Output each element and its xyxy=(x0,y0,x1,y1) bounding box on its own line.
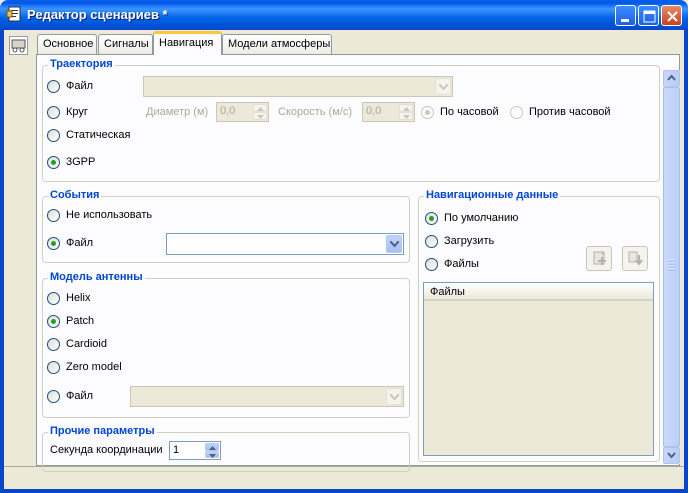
coordination-second-value: 1 xyxy=(173,444,180,456)
antenna-file-label: Файл xyxy=(66,390,94,402)
navdata-files-radio[interactable] xyxy=(425,258,438,271)
events-title: События xyxy=(48,189,102,201)
spin-up-icon[interactable] xyxy=(399,104,413,112)
antenna-cardioid-label: Cardioid xyxy=(66,338,107,350)
events-none-label: Не использовать xyxy=(66,209,153,221)
antenna-zero-model-label: Zero model xyxy=(66,361,122,373)
trajectory-3gpp-label: 3GPP xyxy=(66,156,96,168)
antenna-patch-label: Patch xyxy=(66,315,95,327)
antenna-file-combo[interactable] xyxy=(130,386,404,407)
diameter-value: 0,0 xyxy=(220,105,236,117)
app-document-icon xyxy=(6,6,23,23)
window-frame-bottom xyxy=(0,489,688,493)
clockwise-radio[interactable] xyxy=(421,106,434,119)
side-panel-icon[interactable] xyxy=(9,36,28,55)
antenna-patch-radio[interactable] xyxy=(47,315,60,328)
scroll-up-button[interactable] xyxy=(663,70,680,87)
window-title: Редактор сценариев * xyxy=(27,7,168,22)
spin-down-icon[interactable] xyxy=(399,112,413,120)
diameter-label: Диаметр (м) xyxy=(146,106,209,118)
navdata-title: Навигационные данные xyxy=(424,189,561,201)
close-icon xyxy=(667,11,678,22)
scroll-down-button[interactable] xyxy=(663,447,680,464)
add-file-icon xyxy=(593,251,606,265)
tab-basic[interactable]: Основное xyxy=(37,34,97,54)
antenna-file-radio[interactable] xyxy=(47,390,60,403)
trajectory-circle-radio[interactable] xyxy=(47,106,60,119)
scroll-thumb[interactable] xyxy=(663,87,680,447)
diameter-spinbox[interactable]: 0,0 xyxy=(216,102,269,122)
trajectory-circle-label: Круг xyxy=(66,106,88,118)
navdata-default-label: По умолчанию xyxy=(444,212,519,224)
trajectory-file-combo[interactable] xyxy=(143,76,453,97)
speed-label: Скорость (м/с) xyxy=(278,106,353,118)
add-file-button[interactable] xyxy=(586,246,612,271)
minimize-icon xyxy=(621,19,629,22)
navdata-load-label: Загрузить xyxy=(444,235,495,247)
spin-up-icon[interactable] xyxy=(253,104,267,112)
counterclockwise-label: Против часовой xyxy=(529,106,611,118)
coordination-second-label: Секунда координации xyxy=(50,444,163,456)
antenna-helix-radio[interactable] xyxy=(47,292,60,305)
antenna-title: Модель антенны xyxy=(48,271,145,283)
maximize-button[interactable] xyxy=(638,5,659,26)
maximize-icon xyxy=(643,10,656,23)
dropdown-arrow-icon[interactable] xyxy=(386,388,402,405)
other-params-title: Прочие параметры xyxy=(48,425,157,437)
tab-navigation[interactable]: Навигация xyxy=(153,31,222,55)
speed-spinbox[interactable]: 0,0 xyxy=(362,102,415,122)
navdata-default-radio[interactable] xyxy=(425,212,438,225)
spin-down-icon[interactable] xyxy=(205,450,219,458)
window-frame-left xyxy=(0,30,4,493)
counterclockwise-radio[interactable] xyxy=(510,106,523,119)
trajectory-3gpp-radio[interactable] xyxy=(47,156,60,169)
scroll-up-icon xyxy=(667,74,676,81)
navdata-files-label: Файлы xyxy=(444,258,479,270)
antenna-cardioid-radio[interactable] xyxy=(47,338,60,351)
vertical-scrollbar[interactable] xyxy=(663,70,680,464)
trajectory-title: Траектория xyxy=(48,58,115,70)
window-frame-right xyxy=(684,30,688,493)
antenna-helix-label: Helix xyxy=(66,292,91,304)
trajectory-file-radio[interactable] xyxy=(47,80,60,93)
trajectory-static-radio[interactable] xyxy=(47,129,60,142)
download-button[interactable] xyxy=(622,246,648,271)
scroll-down-icon xyxy=(667,452,676,459)
events-none-radio[interactable] xyxy=(47,209,60,222)
tab-signals[interactable]: Сигналы xyxy=(98,34,153,54)
events-file-label: Файл xyxy=(66,237,94,249)
minimize-button[interactable] xyxy=(615,5,636,26)
download-icon xyxy=(628,251,643,266)
antenna-zero-model-radio[interactable] xyxy=(47,361,60,374)
trajectory-static-label: Статическая xyxy=(66,129,131,141)
dropdown-arrow-icon[interactable] xyxy=(386,235,402,253)
clockwise-label: По часовой xyxy=(440,106,499,118)
events-file-radio[interactable] xyxy=(47,237,60,250)
speed-value: 0,0 xyxy=(366,105,382,117)
close-button[interactable] xyxy=(661,5,682,26)
navdata-load-radio[interactable] xyxy=(425,235,438,248)
spin-down-icon[interactable] xyxy=(253,112,267,120)
dropdown-arrow-icon[interactable] xyxy=(435,78,451,95)
tab-atmosphere-models[interactable]: Модели атмосферы xyxy=(222,34,332,54)
files-list[interactable]: Файлы xyxy=(423,282,654,456)
events-file-combo[interactable] xyxy=(166,233,404,255)
trajectory-file-label: Файл xyxy=(66,80,94,92)
coordination-second-spinbox[interactable]: 1 xyxy=(169,441,221,460)
spin-up-icon[interactable] xyxy=(205,443,219,451)
files-column-header[interactable]: Файлы xyxy=(424,283,653,301)
